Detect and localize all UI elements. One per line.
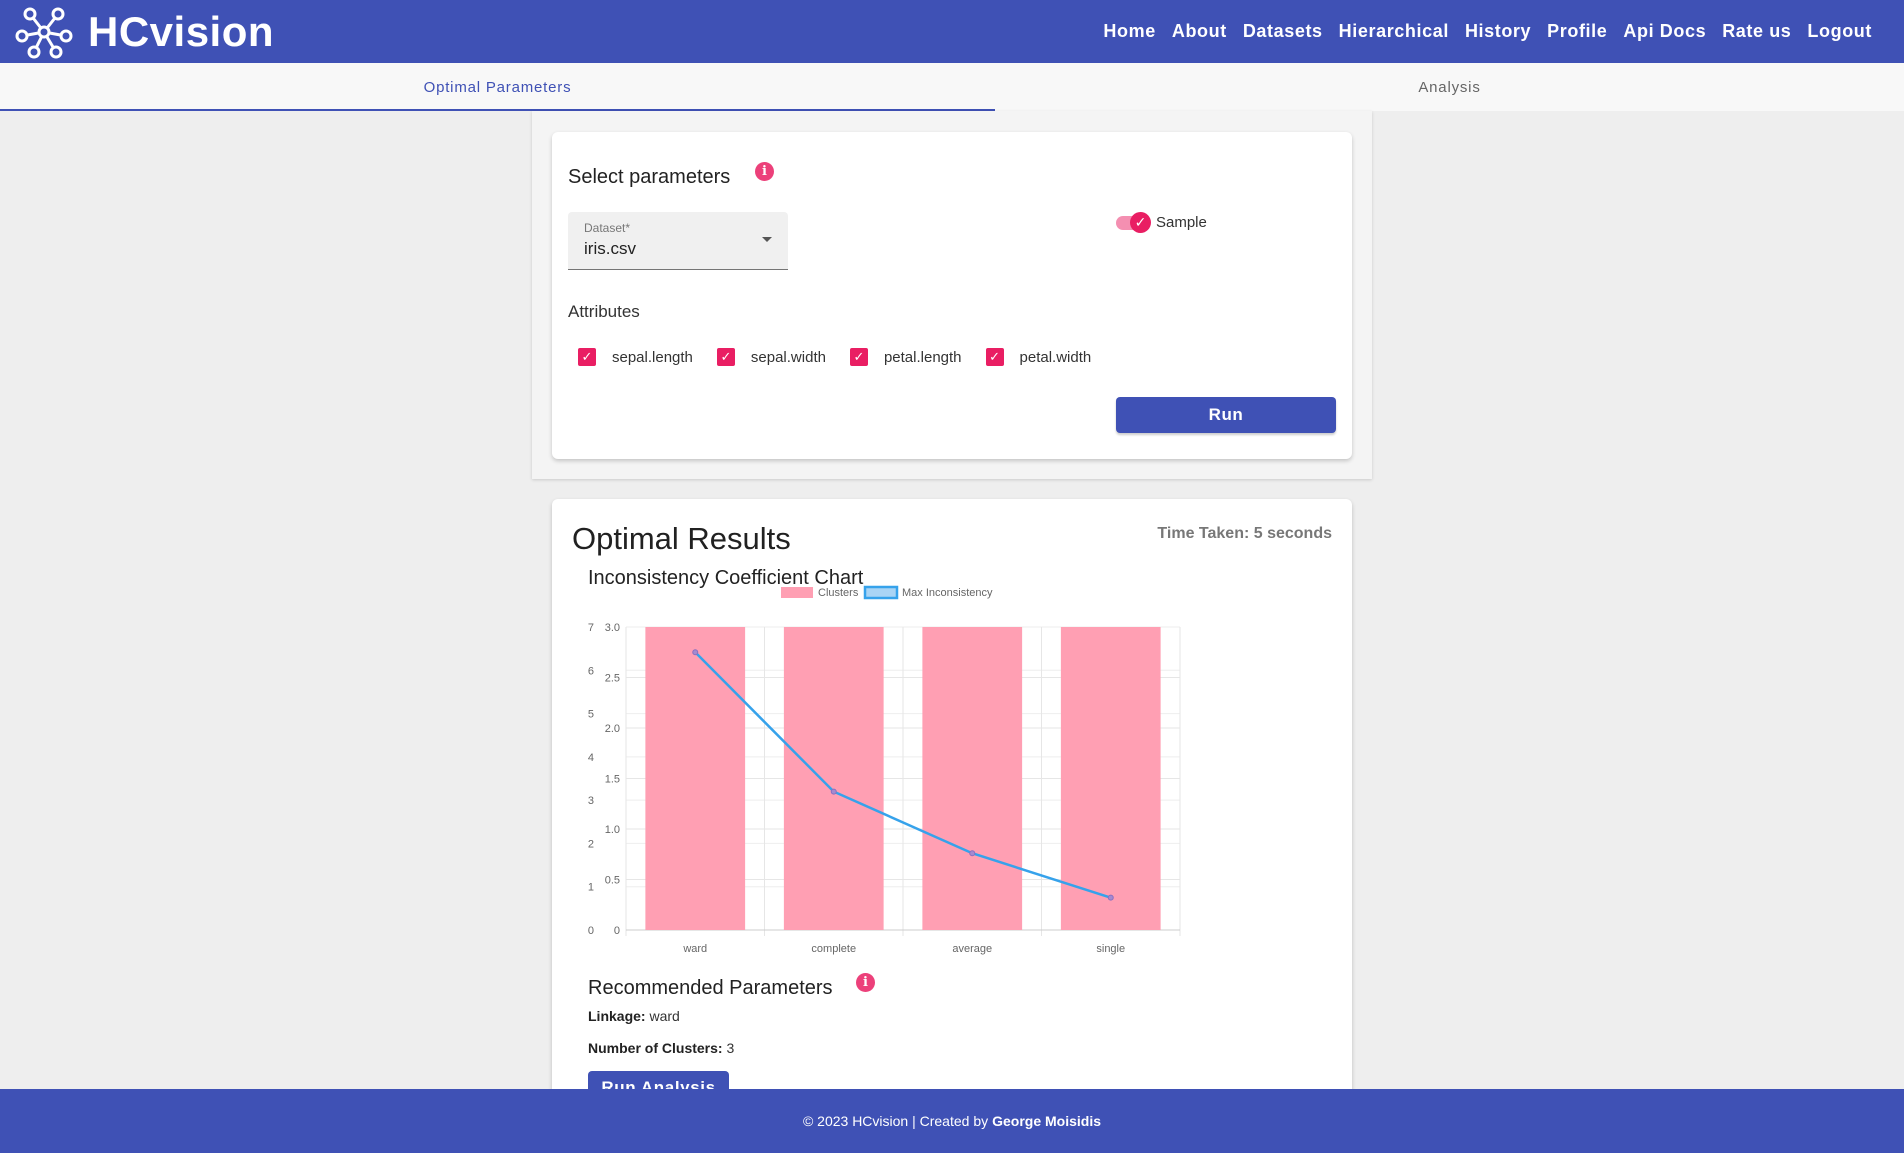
nav-history[interactable]: History — [1457, 21, 1539, 42]
legend-swatch-max-inconsistency — [863, 585, 899, 600]
checkbox-checked-icon: ✓ — [849, 348, 868, 366]
bar-average — [922, 627, 1023, 930]
tab-optimal-parameters[interactable]: Optimal Parameters — [0, 63, 995, 111]
y-right-tick-label: 0 — [614, 925, 620, 937]
y-right-tick-label: 0.5 — [605, 875, 620, 887]
point-single — [1107, 894, 1114, 901]
y-right-tick-label: 2.0 — [605, 723, 620, 735]
checkbox-checked-icon: ✓ — [716, 348, 735, 366]
recommended-title: Recommended Parameters — [588, 977, 833, 999]
parameters-card: Select parameters i Dataset* iris.csv ✓ … — [552, 132, 1352, 459]
point-average — [969, 850, 976, 857]
select-parameters-title: Select parameters — [568, 166, 731, 188]
nav-api-docs[interactable]: Api Docs — [1615, 21, 1714, 42]
footer: © 2023 HCvision | Created by George Mois… — [0, 1089, 1904, 1153]
footer-text: © 2023 HCvision | Created by — [802, 1113, 989, 1129]
linkage-label: Linkage: — [588, 1008, 646, 1024]
dataset-value: iris.csv — [584, 239, 636, 258]
tab-bar: Optimal Parameters Analysis — [0, 63, 1904, 111]
attribute-checkbox-petal-length[interactable]: ✓ petal.length — [849, 348, 962, 366]
nav-datasets[interactable]: Datasets — [1235, 21, 1331, 42]
y-right-tick-label: 1.0 — [605, 824, 620, 836]
main-nav: Home About Datasets Hierarchical History… — [1095, 0, 1880, 63]
attribute-label: sepal.width — [750, 348, 826, 366]
attribute-label: sepal.length — [612, 348, 693, 366]
sample-label: Sample — [1156, 214, 1207, 231]
y-right-tick-label: 2.5 — [605, 673, 620, 685]
attributes-list: ✓ sepal.length ✓ sepal.width ✓ petal.len… — [578, 348, 1115, 366]
y-right-tick-label: 1.5 — [605, 774, 620, 786]
attribute-checkbox-petal-width[interactable]: ✓ petal.width — [985, 348, 1092, 366]
point-ward — [692, 649, 699, 656]
bar-complete — [783, 627, 884, 930]
clusters-row: Number of Clusters: 3 — [588, 1040, 734, 1056]
legend-label-max-inconsistency: Max Inconsistency — [902, 587, 993, 599]
top-navbar: HCvision Home About Datasets Hierarchica… — [0, 0, 1904, 63]
bar-ward — [645, 627, 746, 930]
nav-logout[interactable]: Logout — [1799, 21, 1880, 42]
nav-home[interactable]: Home — [1095, 21, 1163, 42]
legend-swatch-clusters — [781, 587, 813, 598]
y-left-tick-label: 2 — [588, 838, 594, 850]
y-left-tick-label: 1 — [588, 882, 594, 894]
toggle-track: ✓ — [1116, 211, 1151, 233]
nav-hierarchical[interactable]: Hierarchical — [1331, 21, 1457, 42]
nav-about[interactable]: About — [1164, 21, 1235, 42]
attribute-checkbox-sepal-width[interactable]: ✓ sepal.width — [716, 348, 826, 366]
clusters-value: 3 — [726, 1040, 735, 1056]
nav-rate-us[interactable]: Rate us — [1714, 21, 1799, 42]
y-left-tick-label: 3 — [588, 795, 594, 807]
y-left-tick-label: 7 — [588, 622, 594, 634]
nav-profile[interactable]: Profile — [1539, 21, 1615, 42]
app-name: HCvision — [88, 7, 275, 55]
y-left-tick-label: 0 — [588, 925, 594, 937]
linkage-row: Linkage: ward — [588, 1008, 680, 1024]
network-logo-icon — [15, 7, 73, 58]
attribute-label: petal.width — [1019, 348, 1092, 366]
attributes-title: Attributes — [568, 302, 640, 321]
x-tick-label: complete — [811, 943, 856, 955]
attribute-label: petal.length — [883, 348, 962, 366]
sample-toggle[interactable]: ✓ Sample — [1116, 211, 1207, 233]
dataset-select[interactable]: Dataset* iris.csv — [568, 212, 788, 270]
clusters-label: Number of Clusters: — [588, 1040, 723, 1056]
tab-analysis[interactable]: Analysis — [995, 63, 1904, 111]
x-tick-label: ward — [682, 943, 707, 955]
run-button[interactable]: Run — [1116, 397, 1336, 433]
x-tick-label: single — [1096, 943, 1125, 955]
point-complete — [830, 788, 837, 795]
bar-single — [1060, 627, 1161, 930]
legend-label-clusters: Clusters — [818, 587, 859, 599]
y-right-tick-label: 3.0 — [605, 622, 620, 634]
check-icon: ✓ — [1130, 211, 1151, 233]
linkage-value: ward — [649, 1008, 680, 1024]
attribute-checkbox-sepal-length[interactable]: ✓ sepal.length — [578, 348, 693, 366]
checkbox-checked-icon: ✓ — [985, 348, 1004, 366]
y-left-tick-label: 6 — [588, 665, 594, 677]
checkbox-checked-icon: ✓ — [578, 348, 596, 366]
info-icon[interactable]: i — [856, 973, 875, 992]
dropdown-arrow-icon — [762, 237, 772, 242]
results-card: Optimal Results Time Taken: 5 seconds In… — [552, 499, 1352, 1119]
dataset-label: Dataset* — [584, 221, 631, 235]
logo[interactable]: HCvision — [14, 0, 274, 63]
inconsistency-chart: 0 1 2 3 4 5 6 7 0 0.5 1.0 1.5 2.0 2.5 3.0 ward complete a… — [588, 585, 1181, 955]
footer-author: George Moisidis — [992, 1113, 1102, 1129]
y-left-tick-label: 4 — [588, 752, 594, 764]
x-tick-label: average — [952, 943, 992, 955]
y-left-tick-label: 5 — [588, 709, 594, 721]
info-icon[interactable]: i — [755, 162, 774, 181]
